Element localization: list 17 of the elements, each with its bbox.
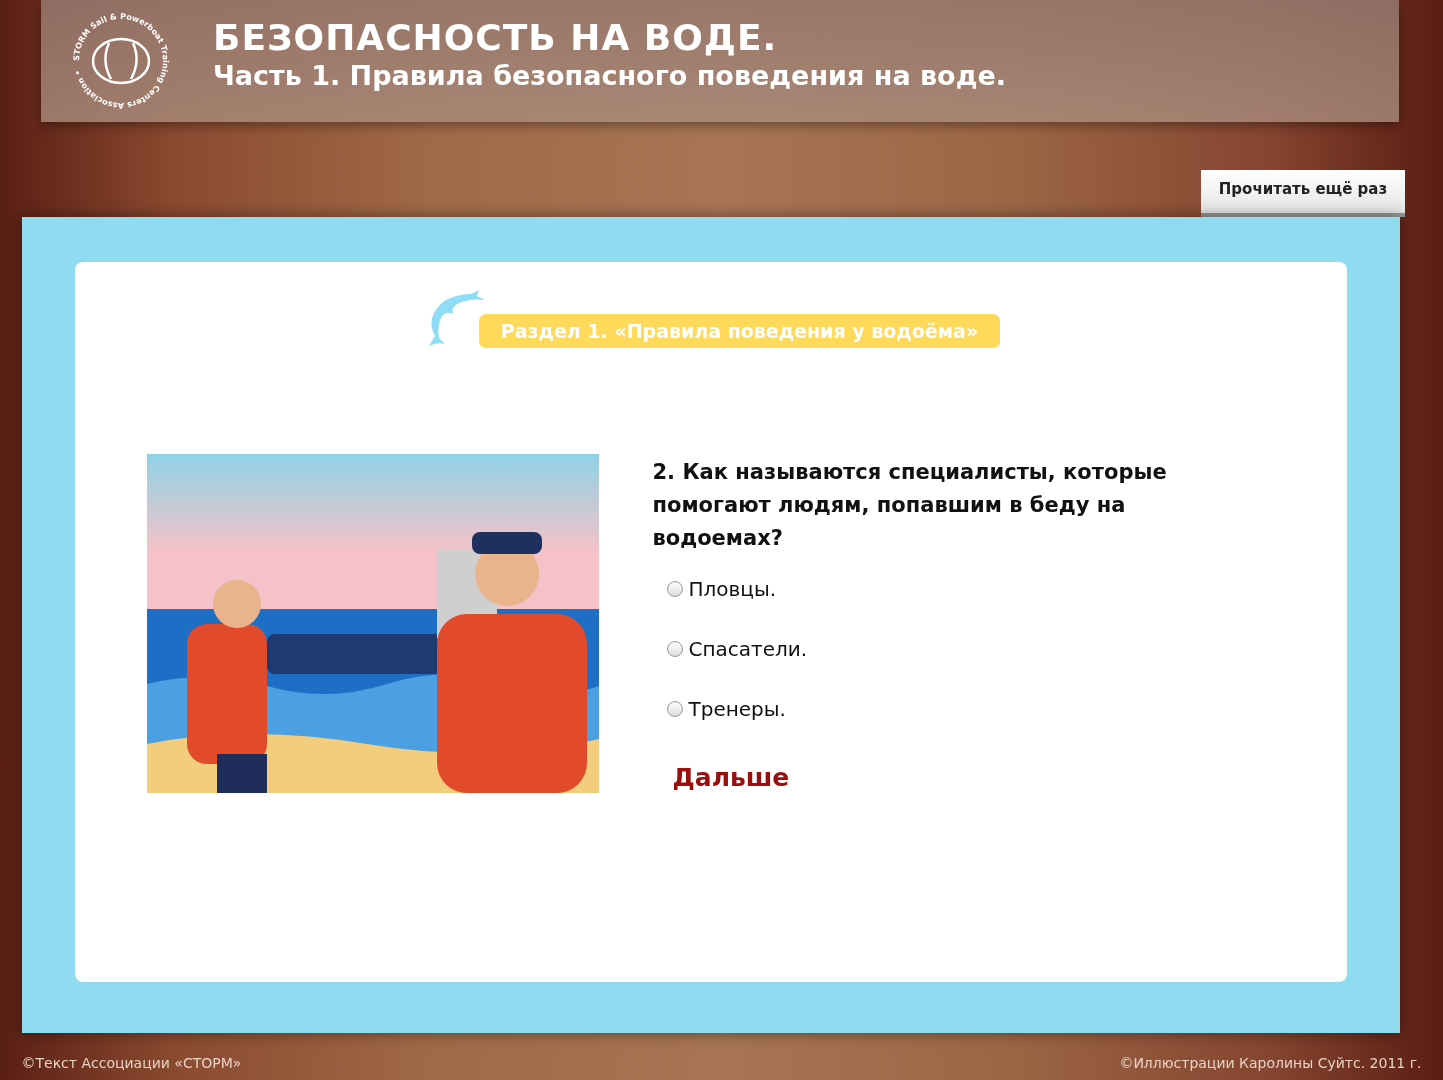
radio-button[interactable] [666,701,683,717]
answer-option[interactable]: Спасатели. [666,619,1253,679]
answer-option[interactable]: Тренеры. [666,679,1253,739]
text-credit: ©Текст Ассоциации «СТОРМ» [21,1055,242,1071]
radio-button[interactable] [666,641,683,657]
page-subtitle: Часть 1. Правила безопасного поведения на воде. [213,60,1006,91]
section-label: Раздел 1. «Правила поведения у водоёма» [478,314,1001,348]
option-label: Тренеры. [688,697,786,721]
question-text: 2. Как называются специалисты, которые помогают людям, попавшим в беду на водоемах? [652,459,1168,552]
answer-option[interactable]: Пловцы. [666,559,1253,619]
page-title: БЕЗОПАСНОСТЬ НА ВОДЕ. [213,17,779,58]
illustration-credit: ©Иллюстрации Каролины Суйтс. 2011 г. [1119,1055,1422,1071]
option-label: Пловцы. [688,577,777,601]
reread-button[interactable]: Прочитать ещё раз [1201,170,1405,217]
option-label: Спасатели. [688,637,808,661]
radio-button[interactable] [666,581,683,597]
next-button[interactable]: Дальше [672,763,790,792]
